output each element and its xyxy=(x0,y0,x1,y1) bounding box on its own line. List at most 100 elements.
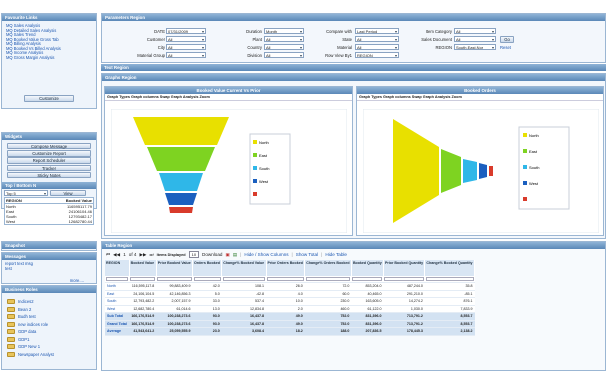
favorite-link[interactable]: MQ Gross Margin Analysis xyxy=(6,55,92,61)
table-cell: 40,465.0 xyxy=(351,290,384,298)
customer-select[interactable]: All xyxy=(166,36,206,42)
city-select[interactable]: All xyxy=(166,44,206,50)
column-header[interactable]: Change% Booked Quantity xyxy=(424,260,475,276)
table-cell: 752.0 xyxy=(304,312,352,321)
graph-tab[interactable]: Swap Graph Analysis xyxy=(412,95,451,99)
graph-tab[interactable]: Graph Types xyxy=(107,95,130,99)
column-filter-input[interactable] xyxy=(352,277,383,281)
table-cell[interactable]: South xyxy=(105,297,130,306)
column-filter-input[interactable] xyxy=(157,277,192,281)
go-button[interactable]: Go xyxy=(500,36,514,43)
date-input[interactable]: 07/31/2009 xyxy=(166,28,206,34)
table-cell: 2,007,157.9 xyxy=(156,297,193,306)
column-header[interactable]: Booked Value xyxy=(129,260,157,276)
column-header[interactable]: Change% Booked Value xyxy=(221,260,267,276)
column-filter-input[interactable] xyxy=(267,277,304,281)
material-group-select[interactable]: All xyxy=(166,52,206,58)
column-header[interactable]: Prior Booked Value xyxy=(156,260,194,276)
legend-label: North xyxy=(259,140,269,145)
column-header[interactable]: Prior Booked Quantity xyxy=(383,260,426,276)
table-cell: 100,238,273.6 xyxy=(156,312,193,321)
column-filter-input[interactable] xyxy=(384,277,424,281)
next-page-icon[interactable]: ▶▶ xyxy=(139,252,146,258)
message-text[interactable]: report text msg test xyxy=(2,260,42,272)
widget-button[interactable]: Tracker xyxy=(7,164,91,172)
column-header[interactable]: Orders Booked xyxy=(192,260,223,276)
column-filter-input[interactable] xyxy=(193,277,221,281)
graph-tab[interactable]: Graph columns xyxy=(131,95,159,99)
table-row: Average 41,543,641.2 25,059,555.9 23.0 3,608… xyxy=(105,327,475,336)
item-category-select[interactable]: All xyxy=(454,28,496,34)
table-region-title: Table Region xyxy=(102,242,605,249)
role-label: Budh test xyxy=(18,314,36,320)
widget-button[interactable]: Customize Report xyxy=(7,150,91,157)
column-header[interactable]: Booked Quantity xyxy=(351,260,384,276)
table-cell: 24,106,104.5 xyxy=(129,290,157,298)
table-cell: 93.0 xyxy=(192,320,222,328)
column-header[interactable]: Change% Orders Booked xyxy=(304,260,352,276)
legend-label: South xyxy=(529,165,539,170)
table-cell[interactable]: West xyxy=(105,305,130,313)
table-cell[interactable]: East xyxy=(105,290,130,298)
graph-tab[interactable]: Graph Types xyxy=(359,95,382,99)
customize-button[interactable]: Customize xyxy=(24,95,74,102)
table-cell: 100,238,273.6 xyxy=(156,320,193,328)
state-select[interactable]: All xyxy=(355,36,399,42)
widget-button[interactable]: Sticky Notes xyxy=(7,171,91,179)
first-page-icon[interactable]: ⏮ xyxy=(106,252,110,257)
hide-show-columns-link[interactable]: Hide / Show Columns xyxy=(244,252,288,257)
state-label: State xyxy=(342,37,352,42)
compare-select[interactable]: Last Period xyxy=(355,28,399,34)
duration-select[interactable]: Month xyxy=(264,28,304,34)
graph-tab[interactable]: Graph columns xyxy=(383,95,411,99)
column-header[interactable]: Prior Orders Booked xyxy=(266,260,306,276)
role-item[interactable]: new indices role xyxy=(7,321,91,329)
widget-button[interactable]: Compose Message xyxy=(7,142,91,150)
role-item[interactable]: GDP1 xyxy=(7,336,91,344)
table-cell: 12,682,780.4 xyxy=(129,305,157,313)
graphs-region: Graphs Region Booked Value Current Vs Pr… xyxy=(101,73,606,239)
row-view-select[interactable]: REGION xyxy=(355,52,399,58)
reset-link[interactable]: Reset xyxy=(500,45,511,50)
last-page-icon[interactable]: ⏭ xyxy=(150,252,154,257)
region-select[interactable]: South,East,Nor xyxy=(454,44,496,50)
material-select[interactable]: All xyxy=(355,44,399,50)
excel-icon[interactable]: ▤ xyxy=(233,252,237,258)
table-cell[interactable]: North xyxy=(105,282,130,291)
pdf-icon[interactable]: ▣ xyxy=(225,252,229,258)
role-item[interactable]: GDP data xyxy=(7,328,91,336)
hide-table-link[interactable]: Hide Table xyxy=(325,252,347,257)
column-filter-input[interactable] xyxy=(305,277,351,281)
graph-tab[interactable]: Zoom xyxy=(451,95,461,99)
role-item[interactable]: GDP New 1 xyxy=(7,343,91,351)
column-header[interactable]: REGION xyxy=(105,260,130,276)
role-item[interactable]: Newspaper Analyst xyxy=(7,351,91,359)
column-filter-input[interactable] xyxy=(106,277,129,281)
sales-document-select[interactable]: All xyxy=(454,36,496,42)
table-cell: 16,437.8 xyxy=(221,312,267,321)
column-filter-input[interactable] xyxy=(130,277,156,281)
plant-select[interactable]: All xyxy=(264,36,304,42)
column-filter-input[interactable] xyxy=(425,277,474,281)
table-cell: 188.0 xyxy=(304,327,352,336)
legend-label: West xyxy=(529,181,539,186)
role-item[interactable]: Bean 2 xyxy=(7,306,91,314)
country-select[interactable]: All xyxy=(264,44,304,50)
graph-tab[interactable]: Swap Graph Analysis xyxy=(160,95,199,99)
table-row: West 12,682,780.4 61,014.6 13.0 12,834.8 2.0 4… xyxy=(105,305,475,313)
table-cell: -85.1 xyxy=(424,290,475,298)
widget-button[interactable]: Report Scheduler xyxy=(7,157,91,164)
column-filter-input[interactable] xyxy=(222,277,266,281)
graph-tab[interactable]: Zoom xyxy=(199,95,209,99)
more-link[interactable]: more.... xyxy=(70,278,84,283)
table-cell: 49.0 xyxy=(266,312,305,321)
role-item[interactable]: Budh test xyxy=(7,313,91,321)
table-cell: 61,014.6 xyxy=(156,305,193,313)
items-displayed-input[interactable]: 10 xyxy=(188,251,200,258)
prev-page-icon[interactable]: ◀◀ xyxy=(113,252,120,258)
role-item[interactable]: Indices2 xyxy=(7,298,91,306)
topn-view-button[interactable]: View xyxy=(50,190,86,197)
topn-select[interactable]: Top 5 xyxy=(4,190,48,197)
division-select[interactable]: All xyxy=(264,52,304,58)
show-total-link[interactable]: Show Total xyxy=(296,252,318,257)
